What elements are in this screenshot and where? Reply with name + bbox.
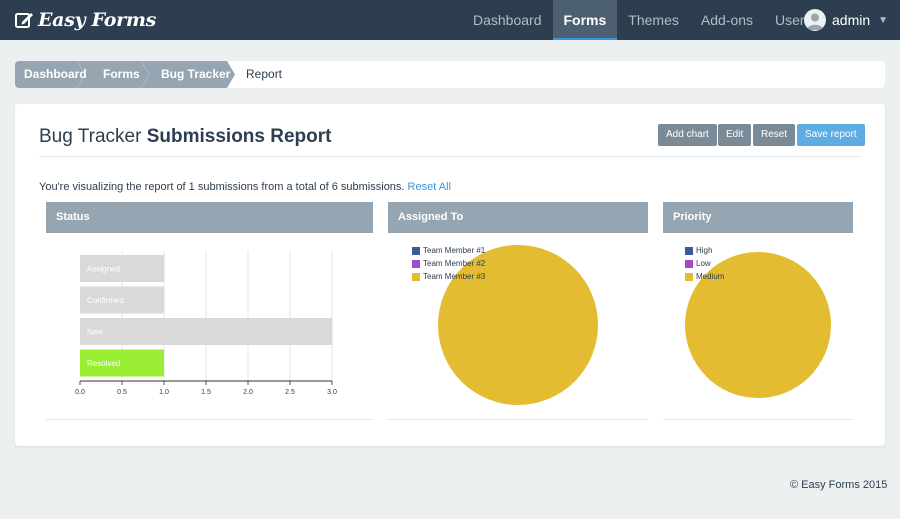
legend-swatch <box>412 272 420 281</box>
legend-swatch <box>412 259 420 268</box>
page-title: Bug Tracker Submissions Report <box>39 126 331 148</box>
breadcrumb-current: Report <box>246 67 283 81</box>
priority-panel: Priority High Low Medium <box>663 202 853 420</box>
breadcrumb-bug-tracker[interactable]: Bug Tracker <box>161 61 230 88</box>
page-title-bold: Submissions Report <box>146 126 332 147</box>
legend-item[interactable]: Low <box>685 257 724 270</box>
reset-button[interactable]: Reset <box>753 124 796 146</box>
x-tick-label: 1.5 <box>201 389 211 396</box>
caret-down-icon: ▼ <box>878 14 889 26</box>
status-bar-chart[interactable]: 0.0 0.5 1.0 1.5 2.0 2.5 3.0 Assigned Confirmed Ne… <box>46 233 373 420</box>
brand-logo[interactable]: Easy Forms <box>14 7 156 33</box>
breadcrumb-arrows <box>15 61 235 88</box>
edit-icon <box>15 13 33 28</box>
x-tick-label: 0.0 <box>75 389 85 396</box>
assigned-panel-header: Assigned To <box>388 202 648 233</box>
status-panel-header: Status <box>46 202 373 233</box>
legend-item[interactable]: High <box>685 244 724 257</box>
bar-label: Resolved <box>87 359 120 368</box>
legend-item[interactable]: Team Member #2 <box>412 257 485 270</box>
legend-swatch <box>685 246 693 255</box>
user-name: admin <box>832 12 871 28</box>
top-navbar: Easy Forms Dashboard Forms Themes Add-on… <box>0 0 900 40</box>
nav-addons[interactable]: Add-ons <box>690 0 764 40</box>
brand-name: Easy Forms <box>38 9 157 31</box>
page-title-prefix: Bug Tracker <box>39 126 142 147</box>
reset-all-link[interactable]: Reset All <box>408 181 451 193</box>
report-card: Bug Tracker Submissions Report Add chart… <box>15 104 885 446</box>
save-report-button[interactable]: Save report <box>797 124 865 146</box>
legend-swatch <box>685 259 693 268</box>
assigned-panel: Assigned To Team Member #1 Team Member #… <box>388 202 648 420</box>
user-icon <box>807 13 823 30</box>
status-panel: Status 0.0 0.5 1.0 1.5 2.0 2.5 3.0 Assigned Conf… <box>46 202 373 420</box>
report-info-text: You're visualizing the report of 1 submi… <box>39 181 405 193</box>
nav-forms[interactable]: Forms <box>552 0 618 40</box>
legend-item[interactable]: Team Member #1 <box>412 244 485 257</box>
legend-label: Medium <box>696 271 725 281</box>
legend-label: Team Member #2 <box>423 258 486 268</box>
breadcrumb-forms[interactable]: Forms <box>103 61 140 88</box>
legend-item[interactable]: Team Member #3 <box>412 270 485 283</box>
edit-button[interactable]: Edit <box>718 124 752 146</box>
nav-dashboard[interactable]: Dashboard <box>462 0 553 40</box>
x-tick-label: 2.0 <box>243 389 253 396</box>
title-divider <box>39 156 861 157</box>
assigned-legend: Team Member #1 Team Member #2 Team Membe… <box>412 244 485 283</box>
legend-label: Team Member #3 <box>423 271 486 281</box>
priority-panel-header: Priority <box>663 202 853 233</box>
main-nav: Dashboard Forms Themes Add-ons Users <box>462 0 823 40</box>
legend-label: Low <box>696 258 711 268</box>
legend-swatch <box>412 246 420 255</box>
report-info: You're visualizing the report of 1 submi… <box>39 181 451 193</box>
bar-label: New <box>87 328 103 337</box>
x-tick-label: 2.5 <box>285 389 295 396</box>
x-tick-label: 1.0 <box>159 389 169 396</box>
user-menu[interactable]: admin ▼ <box>804 8 888 32</box>
avatar <box>804 9 826 31</box>
priority-legend: High Low Medium <box>685 244 724 283</box>
nav-themes[interactable]: Themes <box>617 0 690 40</box>
legend-label: High <box>696 245 713 255</box>
legend-item[interactable]: Medium <box>685 270 724 283</box>
breadcrumb: Dashboard Forms Bug Tracker Report <box>15 61 885 88</box>
bar-new[interactable] <box>80 318 332 345</box>
footer-copyright: © Easy Forms 2015 <box>790 479 888 491</box>
x-tick-label: 0.5 <box>117 389 127 396</box>
legend-swatch <box>685 272 693 281</box>
bar-label: Assigned <box>87 265 120 274</box>
add-chart-button[interactable]: Add chart <box>658 124 717 146</box>
breadcrumb-dashboard[interactable]: Dashboard <box>24 61 87 88</box>
bar-label: Confirmed <box>87 296 124 305</box>
x-tick-label: 3.0 <box>327 389 337 396</box>
legend-label: Team Member #1 <box>423 245 486 255</box>
